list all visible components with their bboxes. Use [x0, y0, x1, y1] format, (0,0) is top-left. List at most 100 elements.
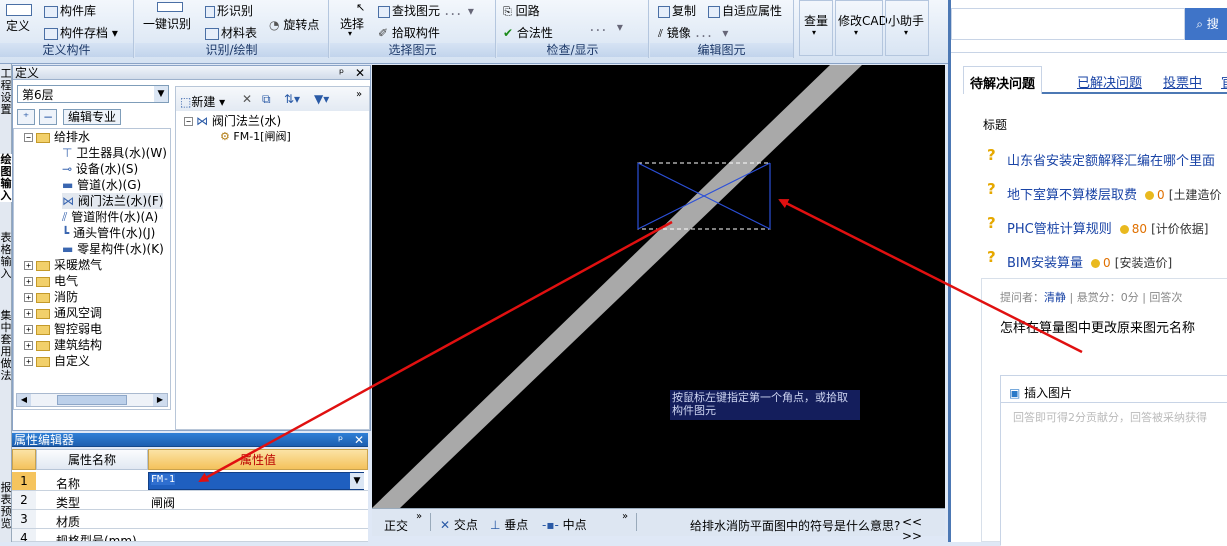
message-nav[interactable]: << >> [902, 515, 945, 543]
question-link[interactable]: 地下室算不算楼层取费 0 [土建造价 [1007, 184, 1221, 203]
property-row[interactable]: 3 材质 [12, 510, 368, 529]
question-link[interactable]: 山东省安装定额解释汇编在哪个里面 [1007, 150, 1215, 169]
one-key-identify-button[interactable]: 一键识别 [143, 2, 197, 38]
chevron-down-icon[interactable]: ▼ [350, 473, 364, 489]
ribbon-group-define: 定义 构件库 构件存档 ▾ 定义构件 [0, 0, 134, 58]
sort-icon[interactable]: ⇅▾ [284, 92, 300, 106]
modify-cad-button[interactable]: 修改CAD ▾ [835, 0, 888, 56]
tree-item-building[interactable]: + 建筑结构 [24, 337, 102, 353]
copy-button[interactable]: 复制 [658, 2, 696, 19]
tree-item-fitting[interactable]: ┗ 通头管件(水)(J) [62, 225, 155, 241]
snap-perpendicular[interactable]: ⊥ 垂点 [490, 516, 528, 533]
more-icon[interactable]: » [416, 511, 422, 522]
tree-item-weak-current[interactable]: + 智控弱电 [24, 321, 102, 337]
tab-apply-method[interactable]: 集中套用做法 [0, 310, 12, 382]
tab-unsolved[interactable]: 待解决问题 [963, 66, 1043, 94]
component-archive-button[interactable]: 构件存档 ▾ [44, 24, 118, 40]
question-icon: ? [987, 180, 996, 198]
tab-project-settings[interactable]: 工程设置 [0, 68, 12, 116]
pick-component-button[interactable]: ✐ 拾取构件 [378, 24, 440, 41]
property-row[interactable]: 1 名称 FM-1 ▼ [12, 472, 368, 491]
assistant-button[interactable]: 小助手 ▾ [885, 0, 929, 56]
property-header-blank [12, 449, 36, 470]
folder-icon [36, 340, 50, 351]
delete-icon[interactable]: ✕ [242, 92, 252, 106]
tab-more[interactable]: 官 [1221, 72, 1227, 91]
side-tab-bar: 工程设置 绘图输入 表格输入 集中套用做法 报表预览 [0, 64, 12, 542]
scroll-right-icon[interactable]: ▶ [153, 394, 167, 406]
find-element-button[interactable]: 查找图元 ．．．▾ [378, 2, 474, 19]
tree-item-valve[interactable]: ⋈ 阀门法兰(水)(F) [62, 193, 164, 209]
adaptive-property-button[interactable]: 自适应属性 [708, 2, 782, 19]
component-library-button[interactable]: 构件库 [44, 2, 96, 18]
answer-input[interactable]: 回答即可得2分贡献分，回答被采纳获得 [1001, 402, 1227, 546]
scroll-thumb[interactable] [57, 395, 127, 405]
tree-item-fire[interactable]: + 消防 [24, 289, 78, 305]
scroll-left-icon[interactable]: ◀ [17, 394, 31, 406]
question-link[interactable]: BIM安装算量 0 [安装造价] [1007, 252, 1172, 271]
select-button[interactable]: ↖ 选择 ▾ [338, 2, 368, 38]
validity-button[interactable]: ✔ 合法性 [503, 24, 553, 41]
drawing-canvas[interactable]: 按鼠标左键指定第一个角点，或拾取构件图元 [372, 65, 945, 508]
ribbon-group-edit: 复制 自适应属性 ⫽ 镜像 ．．． ▾ 编辑图元 [650, 0, 794, 58]
horizontal-scrollbar[interactable]: ◀ ▶ [16, 393, 168, 407]
shape-icon [205, 5, 215, 18]
table-icon [205, 27, 219, 40]
search-button[interactable]: ⌕ 搜 [1185, 8, 1227, 40]
snap-intersection[interactable]: ✕ 交点 [440, 516, 478, 533]
component-tree: − ⋈ 阀门法兰(水) ⚙ FM-1[闸阀] [176, 113, 369, 143]
collapse-all-icon[interactable]: − [39, 109, 57, 125]
tab-report-preview[interactable]: 报表预览 [0, 482, 12, 530]
insert-image-button[interactable]: ▣ 插入图片 [1009, 384, 1072, 401]
tab-solved[interactable]: 已解决问题 [1077, 72, 1142, 91]
material-table-button[interactable]: 材料表 [205, 24, 257, 41]
ortho-toggle[interactable]: 正交 [384, 517, 408, 534]
question-meta: 提问者：清静 | 悬赏分：0分 | 回答次 [1000, 291, 1183, 304]
define-button[interactable]: 定义 [4, 4, 34, 36]
floor-select[interactable]: 第6层 ▼ [17, 85, 169, 103]
close-icon[interactable]: ✕ [354, 434, 364, 446]
tab-table-input[interactable]: 表格输入 [0, 232, 12, 280]
tab-drawing-input[interactable]: 绘图输入 [0, 154, 12, 202]
mirror-button[interactable]: ⫽ 镜像 ．．． ▾ [658, 24, 728, 41]
rotate-point-button[interactable]: ◔ 旋转点 [269, 16, 319, 33]
tree-item-pipe[interactable]: ▬ 管道(水)(G) [62, 177, 141, 193]
more-icon[interactable]: » [622, 511, 628, 522]
more-check-dropdown[interactable]: ．．． ▾ [589, 18, 623, 35]
new-button[interactable]: ⬚新建 ▾ [180, 93, 225, 110]
group-label-check: 检查/显示 [497, 43, 648, 57]
tree-item-misc[interactable]: ▬ 零星构件(水)(K) [62, 241, 164, 257]
ribbon-group-check: ⎘ 回路 ✔ 合法性 ．．． ▾ 检查/显示 [497, 0, 649, 58]
edit-major-button[interactable]: 编辑专业 [63, 109, 122, 125]
tree-item-electric[interactable]: + 电气 [24, 273, 78, 289]
property-row[interactable]: 4 规格型号(mm) [12, 529, 368, 542]
filter-icon[interactable]: ▼▾ [314, 92, 329, 106]
status-message-link[interactable]: 给排水消防平面图中的符号是什么意思? [690, 517, 900, 534]
question-link[interactable]: PHC管桩计算规则 80 [计价依据] [1007, 218, 1209, 237]
pin-icon[interactable]: ᵖ [338, 434, 343, 446]
tree-item-hvac[interactable]: + 通风空调 [24, 305, 102, 321]
more-icon[interactable]: » [356, 89, 362, 100]
component-tree-root[interactable]: − ⋈ 阀门法兰(水) [184, 113, 281, 129]
tree-item-equipment[interactable]: ⊸ 设备(水)(S) [62, 161, 138, 177]
snap-midpoint[interactable]: -▪- 中点 [542, 516, 587, 533]
copy-icon[interactable]: ⧉ [262, 92, 271, 107]
tree-item-water[interactable]: − 给排水 [24, 129, 90, 145]
tree-item-custom[interactable]: + 自定义 [24, 353, 90, 369]
expand-all-icon[interactable]: ⁺ [17, 109, 35, 125]
loop-button[interactable]: ⎘ 回路 [503, 2, 540, 19]
query-amount-button[interactable]: 查量 ▾ [799, 0, 833, 56]
folder-icon [36, 308, 50, 319]
shape-identify-button[interactable]: 形识别 [205, 2, 253, 19]
close-icon[interactable]: ✕ [355, 67, 365, 79]
tree-item-sanitary[interactable]: ⊤ 卫生器具(水)(W) [62, 145, 167, 161]
tab-voting[interactable]: 投票中 [1163, 72, 1202, 91]
qa-search-input[interactable] [951, 8, 1185, 40]
component-tree-fm1[interactable]: ⚙ FM-1[闸阀] [220, 129, 291, 145]
name-value-field[interactable] [148, 472, 364, 490]
qa-list-header: 标题 [983, 118, 1008, 132]
tree-item-pipe-accessory[interactable]: ⫽ 管道附件(水)(A) [62, 209, 158, 225]
tree-item-heating[interactable]: + 采暖燃气 [24, 257, 102, 273]
property-row[interactable]: 2 类型 闸阀 [12, 491, 368, 510]
pin-icon[interactable]: ᵖ [339, 67, 344, 79]
